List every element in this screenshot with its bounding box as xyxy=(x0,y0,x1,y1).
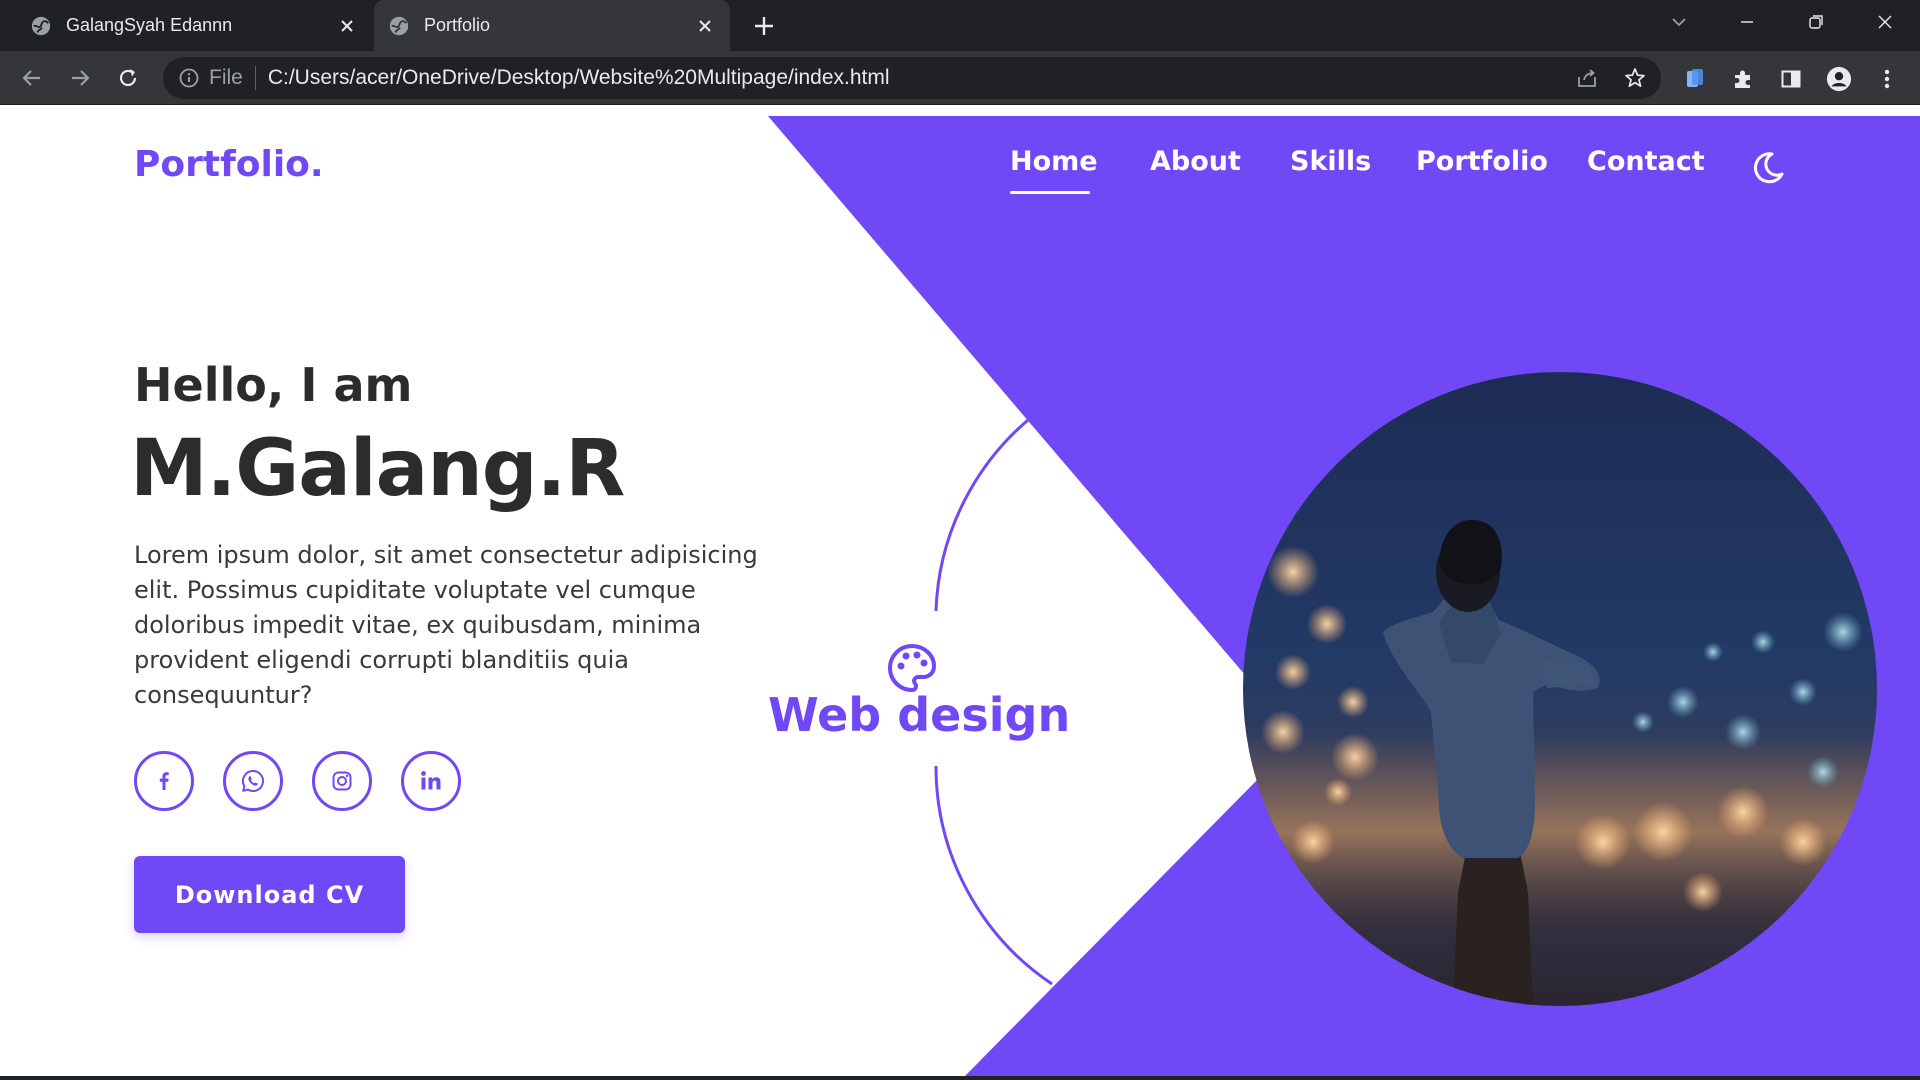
globe-icon xyxy=(31,16,51,35)
minimize-button[interactable] xyxy=(1718,0,1776,44)
tab-title: GalangSyah Edannn xyxy=(66,15,233,35)
nav-skills[interactable]: Skills xyxy=(1290,146,1371,177)
close-tab-icon[interactable] xyxy=(690,11,720,41)
portfolio-page: Portfolio. Home About Skills Portfolio C… xyxy=(0,106,1920,1076)
nav-contact[interactable]: Contact xyxy=(1587,146,1705,177)
moon-icon[interactable] xyxy=(1750,150,1786,186)
profile-photo xyxy=(1243,372,1877,1006)
nav-home[interactable]: Home xyxy=(1010,146,1098,177)
active-nav-indicator xyxy=(1010,191,1090,194)
hero-description: Lorem ipsum dolor, sit amet consectetur … xyxy=(134,541,758,709)
scheme-label: File xyxy=(209,66,243,89)
nav-about[interactable]: About xyxy=(1150,146,1241,177)
browser-tab-portfolio[interactable]: Portfolio xyxy=(374,0,730,51)
restore-button[interactable] xyxy=(1787,0,1845,44)
puzzle-icon[interactable] xyxy=(1730,66,1756,92)
extension-icon[interactable] xyxy=(1682,66,1708,92)
close-tab-icon[interactable] xyxy=(332,11,362,41)
browser-tab-galangsyah[interactable]: GalangSyah Edannn xyxy=(16,0,372,51)
menu-kebab-icon[interactable] xyxy=(1874,66,1900,92)
tab-search-button[interactable] xyxy=(1650,0,1708,44)
info-icon[interactable] xyxy=(177,66,201,90)
hero-greeting: Hello, I am xyxy=(134,358,413,412)
new-tab-button[interactable] xyxy=(748,10,780,42)
profile-avatar-icon[interactable] xyxy=(1826,66,1852,92)
download-cv-button[interactable]: Download CV xyxy=(134,856,405,933)
reload-button[interactable] xyxy=(110,60,146,96)
skill-badge-web-design: Web design xyxy=(768,688,1071,742)
facebook-icon xyxy=(159,772,169,790)
tab-title: Portfolio xyxy=(424,15,491,35)
browser-tab-strip: GalangSyah Edannn Portfolio xyxy=(0,0,1920,51)
bookmark-star-icon[interactable] xyxy=(1623,66,1647,90)
palette-icon xyxy=(888,644,936,692)
profile-photo-image xyxy=(1243,372,1877,1006)
instagram-icon xyxy=(332,771,352,791)
whatsapp-icon xyxy=(241,769,264,792)
globe-icon xyxy=(389,16,409,35)
side-panel-icon[interactable] xyxy=(1778,66,1804,92)
linkedin-link[interactable] xyxy=(401,751,461,811)
facebook-link[interactable] xyxy=(134,751,194,811)
whatsapp-link[interactable] xyxy=(223,751,283,811)
omnibox-divider xyxy=(254,66,256,90)
nav-portfolio[interactable]: Portfolio xyxy=(1416,146,1548,177)
linkedin-icon xyxy=(421,771,441,790)
back-button[interactable] xyxy=(14,60,50,96)
instagram-link[interactable] xyxy=(312,751,372,811)
main-nav: Home About Skills Portfolio Contact xyxy=(0,146,1920,196)
browser-toolbar: File C:/Users/acer/OneDrive/Desktop/Webs… xyxy=(0,51,1920,105)
address-bar[interactable]: File C:/Users/acer/OneDrive/Desktop/Webs… xyxy=(163,57,1661,99)
url-text[interactable]: C:/Users/acer/OneDrive/Desktop/Website%2… xyxy=(268,66,890,90)
close-window-button[interactable] xyxy=(1856,0,1914,44)
share-icon[interactable] xyxy=(1575,66,1599,90)
forward-button[interactable] xyxy=(62,60,98,96)
hero-name: M.Galang.R xyxy=(130,424,625,514)
window-bottom-border xyxy=(0,1076,1920,1080)
